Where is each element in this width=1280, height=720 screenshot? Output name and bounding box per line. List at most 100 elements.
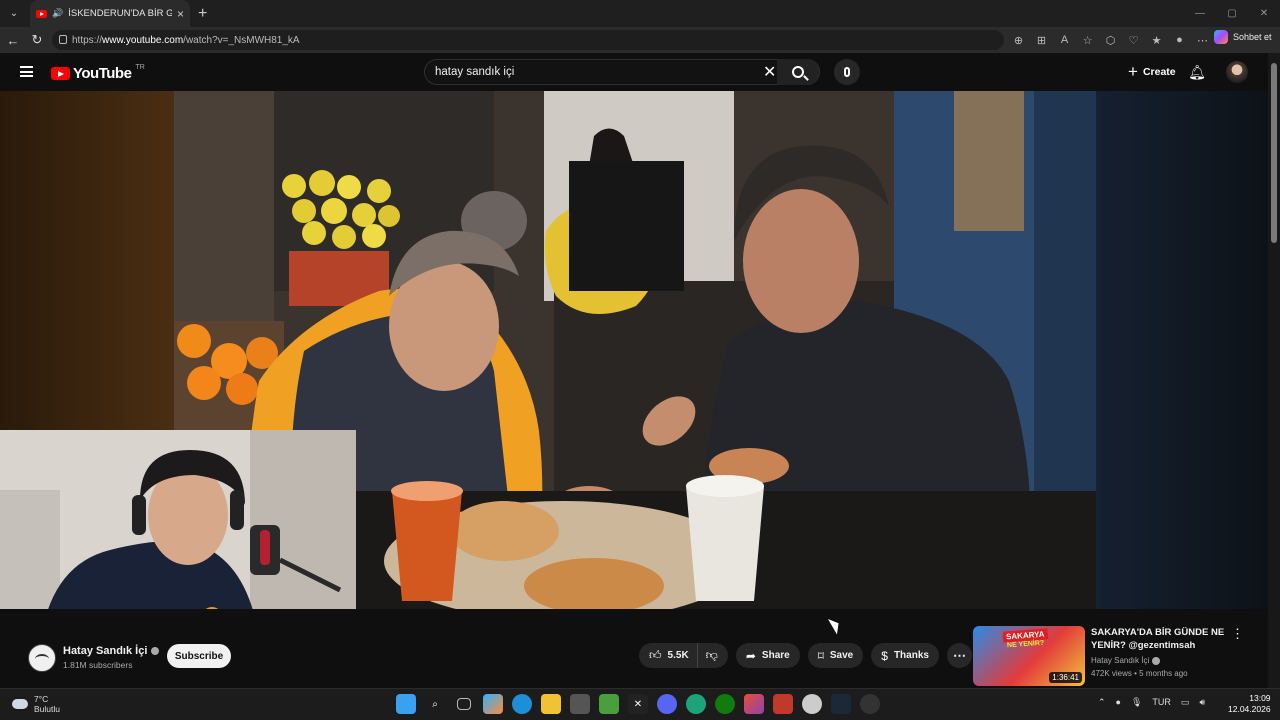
- channel-name[interactable]: Hatay Sandık İçi: [63, 645, 147, 657]
- thumbs-up-icon: 👍︎: [649, 648, 662, 662]
- recommended-title[interactable]: SAKARYA'DA BİR GÜNDE NE YENİR? @gezentim…: [1091, 626, 1241, 652]
- plus-icon: +: [1128, 62, 1138, 81]
- copilot-label: Sohbet et: [1233, 32, 1272, 42]
- close-window-icon[interactable]: ✕: [1248, 0, 1280, 27]
- channel-avatar[interactable]: [28, 644, 56, 672]
- subscribe-button[interactable]: Subscribe: [167, 644, 231, 668]
- menu-hamburger-icon[interactable]: [20, 66, 33, 77]
- scrollbar-thumb[interactable]: [1271, 63, 1277, 243]
- youtube-play-logo-icon: [51, 67, 70, 80]
- steam-icon[interactable]: [831, 694, 851, 714]
- search-button[interactable]: [777, 59, 819, 85]
- search-icon[interactable]: ⌕: [425, 694, 445, 714]
- capcut-icon[interactable]: ✕: [628, 694, 648, 714]
- back-arrow-icon[interactable]: ←: [1, 28, 25, 52]
- super-thanks-icon: $: [881, 648, 888, 663]
- thumbnail-text-2: NE YENİR?: [1006, 639, 1045, 650]
- weather-condition: Bulutlu: [34, 704, 60, 714]
- recording-app-icon[interactable]: [860, 694, 880, 714]
- verified-check-icon: [151, 647, 160, 655]
- recommended-meta: 472K views • 5 months ago: [1091, 669, 1188, 678]
- new-tab-icon[interactable]: +: [198, 5, 207, 23]
- copilot-app-icon[interactable]: [483, 694, 503, 714]
- speaker-icon[interactable]: 🔊: [52, 8, 63, 19]
- xbox-icon[interactable]: [715, 694, 735, 714]
- youtube-header: YouTube TR hatay sandık içi ✕ + Create 🔔…: [0, 53, 1268, 91]
- recommended-video[interactable]: SAKARYA NE YENİR? 1:36:41 SAKARYA'DA BİR…: [973, 626, 1263, 686]
- notifications-bell-icon[interactable]: 🔔︎: [1188, 63, 1206, 81]
- discord-icon[interactable]: [657, 694, 677, 714]
- profile-icon[interactable]: ●: [1171, 30, 1188, 50]
- voice-search-button[interactable]: [834, 59, 860, 85]
- browser-tab-active[interactable]: 🔊 İSKENDERUN'DA BİR GÜNDE ×: [30, 0, 190, 27]
- save-button[interactable]: ⌑ Save: [807, 643, 864, 668]
- account-avatar[interactable]: [1226, 61, 1248, 83]
- thanks-button[interactable]: $ Thanks: [871, 643, 939, 668]
- weather-widget[interactable]: 7°C Bulutlu: [12, 694, 60, 714]
- tray-app-icon[interactable]: ●: [1116, 697, 1121, 708]
- create-button[interactable]: + Create: [1118, 59, 1186, 85]
- more-actions-button[interactable]: ⋯: [946, 643, 972, 668]
- recommended-channel[interactable]: Hatay Sandık İçi: [1091, 656, 1149, 665]
- browser-essentials-icon[interactable]: ♡: [1125, 30, 1142, 50]
- app-icon[interactable]: [802, 694, 822, 714]
- share-button[interactable]: ➦ Share: [735, 643, 800, 668]
- refresh-icon[interactable]: ↻: [25, 28, 49, 52]
- video-duration: 1:36:41: [1049, 672, 1082, 683]
- tab-close-icon[interactable]: ×: [177, 7, 184, 21]
- like-count: 5.5K: [667, 650, 689, 661]
- clock-time: 13:09: [1249, 693, 1271, 703]
- save-label: Save: [829, 650, 854, 661]
- microphone-tray-icon[interactable]: 🎙︎: [1131, 697, 1142, 708]
- office-icon[interactable]: [744, 694, 764, 714]
- windows-start-icon[interactable]: [396, 694, 416, 714]
- maximize-icon[interactable]: ▢: [1216, 0, 1248, 27]
- site-info-icon[interactable]: [59, 35, 67, 44]
- copilot-button[interactable]: Sohbet et: [1214, 30, 1272, 44]
- video-details: Hatay Sandık İçi 1.81M subscribers Subsc…: [0, 609, 1268, 688]
- file-explorer-icon[interactable]: [541, 694, 561, 714]
- tab-list-chevron-icon[interactable]: ⌄: [4, 4, 24, 24]
- settings-more-icon[interactable]: ⋯: [1194, 30, 1211, 50]
- network-icon[interactable]: ▭: [1181, 697, 1190, 708]
- temperature: 7°C: [34, 694, 49, 704]
- tab-title: İSKENDERUN'DA BİR GÜNDE: [68, 8, 172, 19]
- language-indicator[interactable]: TUR: [1152, 697, 1171, 708]
- dislike-button[interactable]: 👎︎: [696, 643, 728, 668]
- store-icon[interactable]: [570, 694, 590, 714]
- read-aloud-icon[interactable]: A: [1056, 30, 1073, 50]
- thanks-label: Thanks: [893, 650, 929, 661]
- favorite-star-icon[interactable]: ☆: [1079, 30, 1096, 50]
- share-arrow-icon: ➦: [745, 648, 756, 663]
- ambient-glow-right: [1096, 91, 1268, 609]
- tray-expand-icon[interactable]: ⌃: [1098, 697, 1106, 708]
- more-vertical-icon[interactable]: ⋮: [1231, 626, 1244, 642]
- like-button[interactable]: 👍︎ 5.5K: [639, 643, 697, 668]
- app-available-icon[interactable]: ⊞: [1033, 30, 1050, 50]
- youtube-logo[interactable]: YouTube TR: [51, 64, 145, 82]
- translate-icon[interactable]: ⊕: [1010, 30, 1027, 50]
- media-app-icon[interactable]: [773, 694, 793, 714]
- channel-name-row[interactable]: Hatay Sandık İçi: [63, 645, 160, 657]
- microphone-icon: [844, 67, 850, 77]
- globe-app-icon[interactable]: [686, 694, 706, 714]
- recommended-channel-row: Hatay Sandık İçi: [1091, 656, 1161, 665]
- edge-icon[interactable]: [512, 694, 532, 714]
- minimize-icon[interactable]: —: [1184, 0, 1216, 27]
- recommended-thumbnail[interactable]: SAKARYA NE YENİR? 1:36:41: [973, 626, 1085, 686]
- extensions-icon[interactable]: ⬡: [1102, 30, 1119, 50]
- minecraft-icon[interactable]: [599, 694, 619, 714]
- windows-taskbar: 7°C Bulutlu ⌕ ✕ ⌃ ● 🎙︎ TUR ▭ 🔊︎ 13:09 12…: [0, 688, 1280, 720]
- system-clock[interactable]: 13:09 12.04.2026: [1228, 693, 1271, 715]
- page-scrollbar[interactable]: [1268, 53, 1280, 688]
- url-prefix: https://: [72, 34, 103, 46]
- search-box[interactable]: hatay sandık içi ✕: [424, 59, 820, 85]
- volume-icon[interactable]: 🔊︎: [1199, 697, 1205, 708]
- search-input[interactable]: hatay sandık içi: [425, 66, 819, 78]
- task-view-icon[interactable]: [457, 698, 471, 710]
- favorites-icon[interactable]: ★: [1148, 30, 1165, 50]
- url-field[interactable]: https://www.youtube.com/watch?v=_NsMWH81…: [52, 30, 1004, 50]
- clear-search-icon[interactable]: ✕: [763, 62, 776, 82]
- subscriber-count: 1.81M subscribers: [63, 660, 133, 670]
- window-controls: — ▢ ✕: [1184, 0, 1280, 27]
